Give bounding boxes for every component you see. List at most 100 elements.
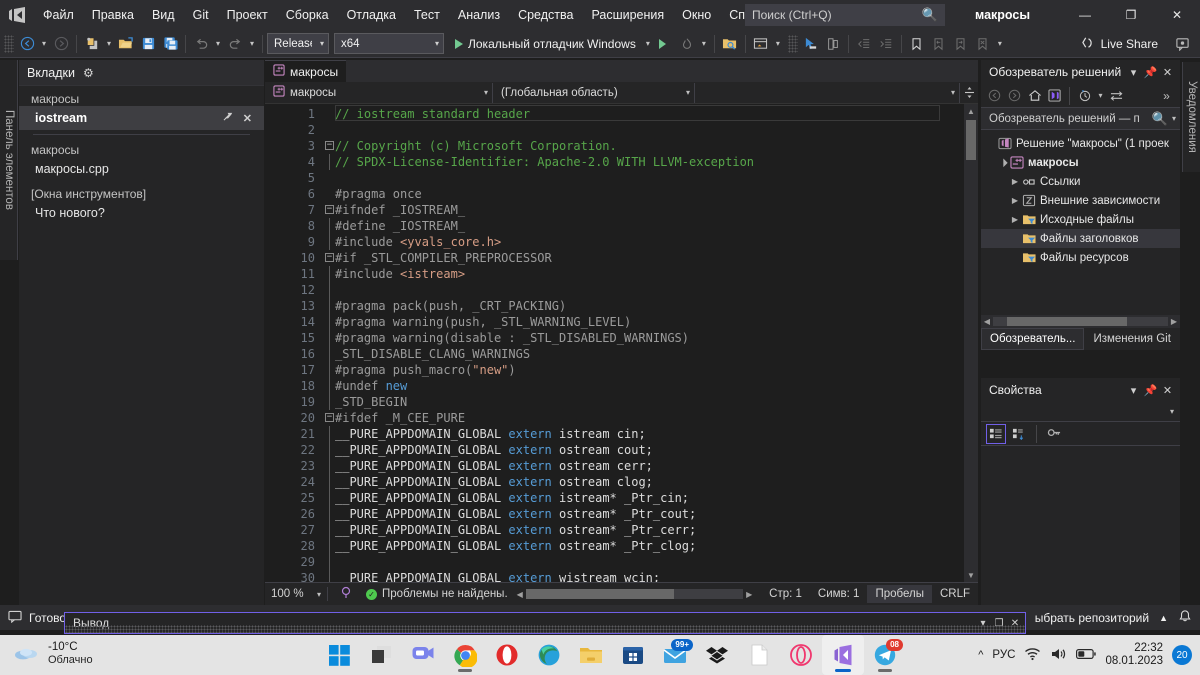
increase-indent-icon[interactable]	[875, 33, 897, 55]
zoom-level[interactable]: 100 %	[265, 588, 317, 600]
feedback-icon[interactable]	[1170, 33, 1194, 55]
code-line[interactable]: #if _STL_COMPILER_PREPROCESSOR	[335, 250, 552, 266]
tabs-list-item[interactable]: Что нового?	[19, 201, 264, 225]
hot-reload-dropdown-icon[interactable]: ▾	[698, 33, 710, 55]
dock-tab[interactable]: Обозреватель...	[981, 328, 1085, 350]
maximize-icon[interactable]: ❐	[991, 614, 1007, 632]
pin-icon[interactable]: 📌	[1142, 380, 1159, 400]
code-line[interactable]: __PURE_APPDOMAIN_GLOBAL extern ostream* …	[335, 538, 696, 554]
scroll-right-icon[interactable]: ▶	[1168, 317, 1180, 326]
mail-icon[interactable]: 99+	[654, 635, 696, 675]
solution-tree-item[interactable]: ▶ Внешние зависимости	[981, 191, 1180, 210]
window-layout-icon[interactable]	[750, 33, 772, 55]
output-window-drag-hatch[interactable]	[65, 625, 1025, 633]
back-arrow-icon[interactable]	[985, 86, 1004, 106]
menu-item-10[interactable]: Расширения	[582, 0, 673, 30]
expand-arrow-icon[interactable]: ▶	[1009, 196, 1021, 205]
code-line[interactable]: __PURE_APPDOMAIN_GLOBAL extern ostream c…	[335, 442, 653, 458]
window-layout-dropdown-icon[interactable]: ▾	[772, 33, 784, 55]
code-line[interactable]: __PURE_APPDOMAIN_GLOBAL extern ostream c…	[335, 474, 653, 490]
teams-icon[interactable]	[402, 635, 444, 675]
code-line[interactable]: __PURE_APPDOMAIN_GLOBAL extern ostream* …	[335, 522, 696, 538]
chevron-down-icon[interactable]: ▾	[1125, 380, 1142, 400]
volume-icon[interactable]	[1050, 647, 1067, 664]
document-icon[interactable]	[738, 635, 780, 675]
task-view-icon[interactable]	[360, 635, 402, 675]
home-icon[interactable]	[1025, 86, 1044, 106]
pin-icon[interactable]	[219, 111, 239, 125]
pin-icon[interactable]: 📌	[1142, 62, 1159, 82]
hscroll-thumb[interactable]	[525, 589, 674, 599]
wifi-icon[interactable]	[1024, 647, 1041, 664]
notifications-side-tab[interactable]: Уведомления	[1182, 62, 1200, 172]
telegram-icon[interactable]: 08	[864, 635, 906, 675]
start-debugging-dropdown-icon[interactable]: ▾	[642, 33, 654, 55]
scroll-up-icon[interactable]: ▲	[964, 104, 978, 118]
previous-bookmark-icon[interactable]	[928, 33, 950, 55]
save-icon[interactable]	[137, 33, 159, 55]
close-icon[interactable]: ✕	[1007, 614, 1023, 632]
solution-tree-item[interactable]: ▶ Исходные файлы	[981, 210, 1180, 229]
code-line[interactable]: #include <yvals_core.h>	[335, 234, 501, 250]
opera-icon[interactable]	[486, 635, 528, 675]
menu-item-6[interactable]: Отладка	[338, 0, 405, 30]
menu-item-0[interactable]: Файл	[34, 0, 83, 30]
tabs-list-item[interactable]: макросы.cpp	[19, 157, 264, 181]
code-line[interactable]: _STD_BEGIN	[335, 394, 407, 410]
close-icon[interactable]: ✕	[1159, 62, 1176, 82]
expand-arrow-icon[interactable]: ▶	[1009, 215, 1021, 224]
new-project-dropdown-icon[interactable]: ▾	[103, 33, 115, 55]
code-line[interactable]: #ifndef _IOSTREAM_	[335, 202, 465, 218]
code-line[interactable]: // iostream standard header	[335, 106, 530, 122]
code-line[interactable]: // Copyright (c) Microsoft Corporation.	[335, 138, 617, 154]
code-line[interactable]: #ifdef _M_CEE_PURE	[335, 410, 465, 426]
toolbar-grip[interactable]	[787, 34, 798, 53]
scroll-left-icon[interactable]: ◀	[981, 317, 993, 326]
menu-item-2[interactable]: Вид	[143, 0, 184, 30]
save-all-icon[interactable]	[159, 33, 181, 55]
editor-vertical-scrollbar[interactable]: ▲ ▼	[964, 104, 978, 582]
edge-icon[interactable]	[528, 635, 570, 675]
live-share-button[interactable]: Live Share	[1075, 33, 1164, 55]
navigate-back-icon[interactable]	[16, 33, 38, 55]
battery-icon[interactable]	[1076, 648, 1097, 663]
code-line[interactable]: #undef new	[335, 378, 407, 394]
chevron-down-icon[interactable]: ▾	[1125, 62, 1142, 82]
maximize-button[interactable]: ❐	[1108, 0, 1154, 30]
search-options-dropdown-icon[interactable]: ▾	[1168, 114, 1176, 123]
code-line[interactable]: _STL_DISABLE_CLANG_WARNINGS	[335, 346, 530, 362]
undo-dropdown-icon[interactable]: ▾	[212, 33, 224, 55]
line-ending-indicator[interactable]: CRLF	[932, 588, 978, 600]
solution-explorer-overflow-icon[interactable]: »	[1157, 86, 1176, 106]
menu-item-3[interactable]: Git	[184, 0, 218, 30]
dock-tab[interactable]: Изменения Git	[1084, 328, 1179, 350]
split-editor-icon[interactable]	[960, 86, 978, 99]
code-text-area[interactable]: 1 2 3 4 5 6 7 8 9 10 11 12 13 14 15 16 17 18 19 20 21 22 23 24 2…	[265, 104, 978, 582]
breadcrumb-member-combo[interactable]: ▾	[695, 82, 960, 103]
menu-bar[interactable]: Файл Правка Вид Git Проект Сборка Отладка Тест А…	[34, 0, 787, 30]
switch-views-icon[interactable]	[1045, 86, 1064, 106]
sync-icon[interactable]	[1107, 86, 1126, 106]
dropbox-icon[interactable]	[696, 635, 738, 675]
close-button[interactable]: ✕	[1154, 0, 1200, 30]
navigate-back-dropdown-icon[interactable]: ▾	[38, 33, 50, 55]
taskbar-clock[interactable]: 22:32 08.01.2023	[1105, 642, 1163, 668]
weather-widget[interactable]: -10°C Облачно	[14, 641, 93, 667]
tray-chevron-up-icon[interactable]: ^	[978, 649, 983, 661]
solution-tree-item[interactable]: Решение "макросы" (1 проек	[981, 134, 1180, 153]
alphabetical-view-icon[interactable]	[1009, 424, 1029, 444]
code-line[interactable]: #pragma once	[335, 186, 422, 202]
solution-tree-item[interactable]: Файлы ресурсов	[981, 248, 1180, 267]
editor-horizontal-scrollbar[interactable]: ◀ ▶	[514, 587, 756, 601]
global-search-box[interactable]: Поиск (Ctrl+Q) 🔍	[745, 4, 945, 26]
solution-configuration-combo[interactable]: Release ▾	[267, 33, 329, 54]
breadcrumb-project-combo[interactable]: макросы ▾	[265, 82, 493, 103]
code-line[interactable]: __PURE_APPDOMAIN_GLOBAL extern ostream* …	[335, 506, 696, 522]
code-line[interactable]: #pragma push_macro("new")	[335, 362, 516, 378]
categorized-view-icon[interactable]	[986, 423, 1006, 444]
fold-toggle-icon[interactable]: −	[325, 138, 335, 154]
visual-studio-icon[interactable]	[822, 635, 864, 675]
pending-changes-dropdown-icon[interactable]: ▾	[1095, 86, 1106, 106]
property-pages-icon[interactable]	[1044, 424, 1064, 444]
fold-toggle-icon[interactable]: −	[325, 410, 335, 426]
